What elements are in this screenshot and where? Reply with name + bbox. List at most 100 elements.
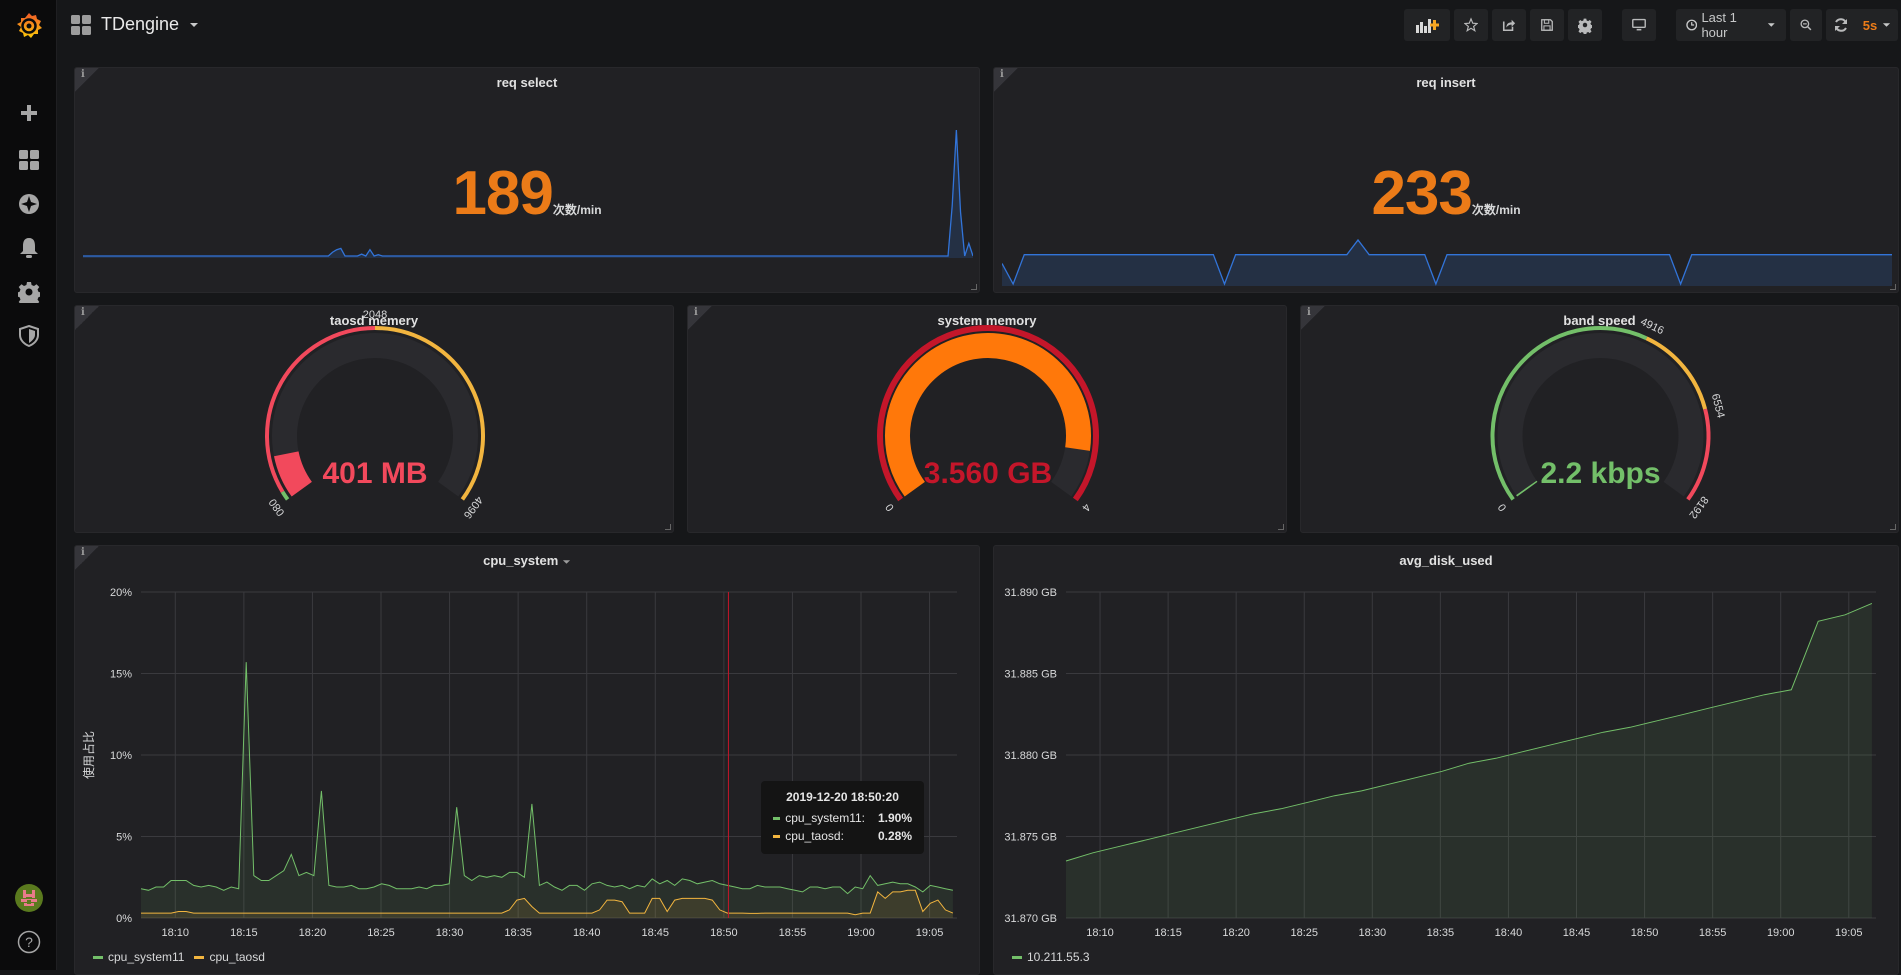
avg-disk-used-graph[interactable]: 31.870 GB 31.875 GB 31.880 GB 31.885 GB 31.8…	[994, 546, 1899, 946]
refresh-button[interactable]	[1826, 17, 1856, 33]
save-icon	[1541, 19, 1553, 31]
y-tick-label: 31.880 GB	[1004, 750, 1057, 762]
y-tick-label: 31.890 GB	[1004, 587, 1057, 599]
add-panel-button[interactable]	[1404, 9, 1450, 41]
gauge-tick-label: 080	[267, 496, 287, 518]
sidebar-item-configuration[interactable]	[0, 276, 57, 308]
help-label: ?	[25, 934, 33, 950]
gauge: 3.560 GB 0 4	[877, 325, 1099, 513]
dashboard-grid-icon	[71, 14, 91, 35]
x-tick-label: 18:25	[367, 927, 395, 939]
series-swatch	[93, 955, 103, 959]
dashboards-icon	[18, 150, 39, 170]
sidebar-item-profile[interactable]	[0, 880, 57, 916]
resize-handle[interactable]	[971, 284, 977, 290]
dashboard-settings-button[interactable]	[1568, 9, 1602, 41]
stat-number: 189	[452, 159, 553, 228]
refresh-interval-picker[interactable]: 5s	[1856, 18, 1898, 33]
compass-icon	[18, 194, 39, 214]
tooltip-label: cpu_taosd:	[785, 829, 844, 843]
share-button[interactable]	[1492, 9, 1526, 41]
caret-down-icon	[1768, 23, 1776, 27]
resize-handle[interactable]	[1278, 524, 1284, 530]
tooltip-label: cpu_system11:	[785, 811, 866, 825]
stat-number: 233	[1371, 159, 1472, 228]
help-icon: ?	[17, 930, 40, 954]
x-tick-label: 18:55	[779, 927, 807, 939]
stat-unit: 次数/min	[552, 203, 602, 217]
dashboard-picker[interactable]: TDengine	[71, 14, 199, 35]
x-tick-label: 18:15	[1154, 927, 1182, 939]
x-tick-label: 19:00	[1767, 927, 1795, 939]
x-tick-label: 18:25	[1290, 927, 1318, 939]
legend-item-cpu-system11[interactable]: cpu_system11	[93, 950, 184, 964]
gauge-tick-label: 6554	[1709, 393, 1727, 420]
refresh-group: 5s	[1826, 9, 1898, 41]
x-tick-label: 18:40	[573, 927, 601, 939]
x-tick-label: 18:45	[642, 927, 670, 939]
x-tick-label: 19:05	[1835, 927, 1863, 939]
x-tick-label: 18:30	[436, 927, 464, 939]
y-tick-label: 0%	[116, 913, 132, 925]
monitor-icon	[1632, 18, 1646, 31]
resize-handle[interactable]	[1890, 284, 1896, 290]
caret-down-icon	[1883, 23, 1891, 27]
sidebar-item-help[interactable]: ?	[0, 924, 57, 960]
gauge-tick-label: 0	[1496, 501, 1509, 513]
gauge: 401 MB08020484096	[265, 309, 485, 521]
time-range-picker[interactable]: Last 1 hour	[1676, 9, 1786, 41]
panel-taosd-memory: i taosd memery 401 MB 080 2048 4096	[74, 305, 674, 533]
avatar	[14, 884, 43, 912]
cpu-system-graph[interactable]: 0% 5% 10% 15% 20% 18:10 18:15 18:20 18:25 18:30 18…	[75, 546, 980, 946]
gauge-tick-label: 2048	[363, 309, 387, 321]
grafana-logo[interactable]	[0, 8, 57, 44]
panel-system-memory: i system memory 3.560 GB 0 4	[687, 305, 1287, 533]
resize-handle[interactable]	[1890, 524, 1896, 530]
star-button[interactable]	[1454, 9, 1488, 41]
star-icon	[1464, 17, 1478, 33]
series-swatch	[773, 834, 781, 838]
legend-item-host[interactable]: 10.211.55.3	[1012, 950, 1090, 964]
gear-icon	[17, 282, 40, 303]
resize-handle[interactable]	[665, 524, 671, 530]
bell-icon	[19, 238, 38, 258]
tooltip-value: 1.90%	[877, 811, 912, 825]
dashboard-navbar: TDengine Last 1 hour 5s	[57, 0, 1901, 55]
stat-unit: 次数/min	[1471, 203, 1521, 217]
panel-avg-disk-used: avg_disk_used 31.870 GB 31.875 GB 31.880 G…	[993, 545, 1899, 975]
share-icon	[1502, 19, 1516, 32]
x-tick-label: 18:35	[1427, 927, 1455, 939]
y-tick-label: 5%	[116, 832, 132, 844]
x-tick-label: 18:20	[1222, 927, 1250, 939]
series-line	[140, 662, 954, 895]
x-tick-label: 18:50	[1631, 927, 1659, 939]
x-tick-label: 18:20	[299, 927, 327, 939]
panel-title[interactable]: req select	[75, 75, 979, 90]
sidebar: ?	[0, 0, 57, 970]
gauge-tick-label: 4916	[1638, 316, 1665, 337]
panel-title[interactable]: req insert	[994, 75, 1898, 90]
legend-item-cpu-taosd[interactable]: cpu_taosd	[194, 950, 265, 964]
toolbar: Last 1 hour 5s	[1404, 9, 1898, 41]
tv-mode-button[interactable]	[1622, 9, 1656, 41]
stat-value: 189次数/min	[75, 158, 979, 229]
clock-icon	[1686, 19, 1698, 31]
legend-label: cpu_system11	[108, 950, 185, 964]
add-panel-icon	[1416, 19, 1439, 33]
grafana-logo-icon	[16, 13, 42, 38]
sidebar-item-server-admin[interactable]	[0, 320, 57, 352]
zoom-out-button[interactable]	[1790, 9, 1822, 41]
stat-value: 233次数/min	[994, 158, 1898, 229]
sidebar-item-explore[interactable]	[0, 188, 57, 220]
sidebar-item-alerting[interactable]	[0, 232, 57, 264]
save-button[interactable]	[1530, 9, 1564, 41]
sidebar-item-dashboards[interactable]	[0, 144, 57, 176]
sidebar-item-create[interactable]	[0, 97, 57, 129]
zoom-out-icon	[1800, 19, 1812, 31]
gauge-value-text: 2.2 kbps	[1540, 457, 1660, 490]
gauge: 2.2 kbps0491665548192	[1490, 316, 1727, 521]
y-tick-label: 15%	[110, 669, 132, 681]
y-tick-label: 10%	[110, 750, 132, 762]
x-tick-label: 18:10	[162, 927, 190, 939]
graph-legend: 10.211.55.3	[1012, 950, 1090, 964]
